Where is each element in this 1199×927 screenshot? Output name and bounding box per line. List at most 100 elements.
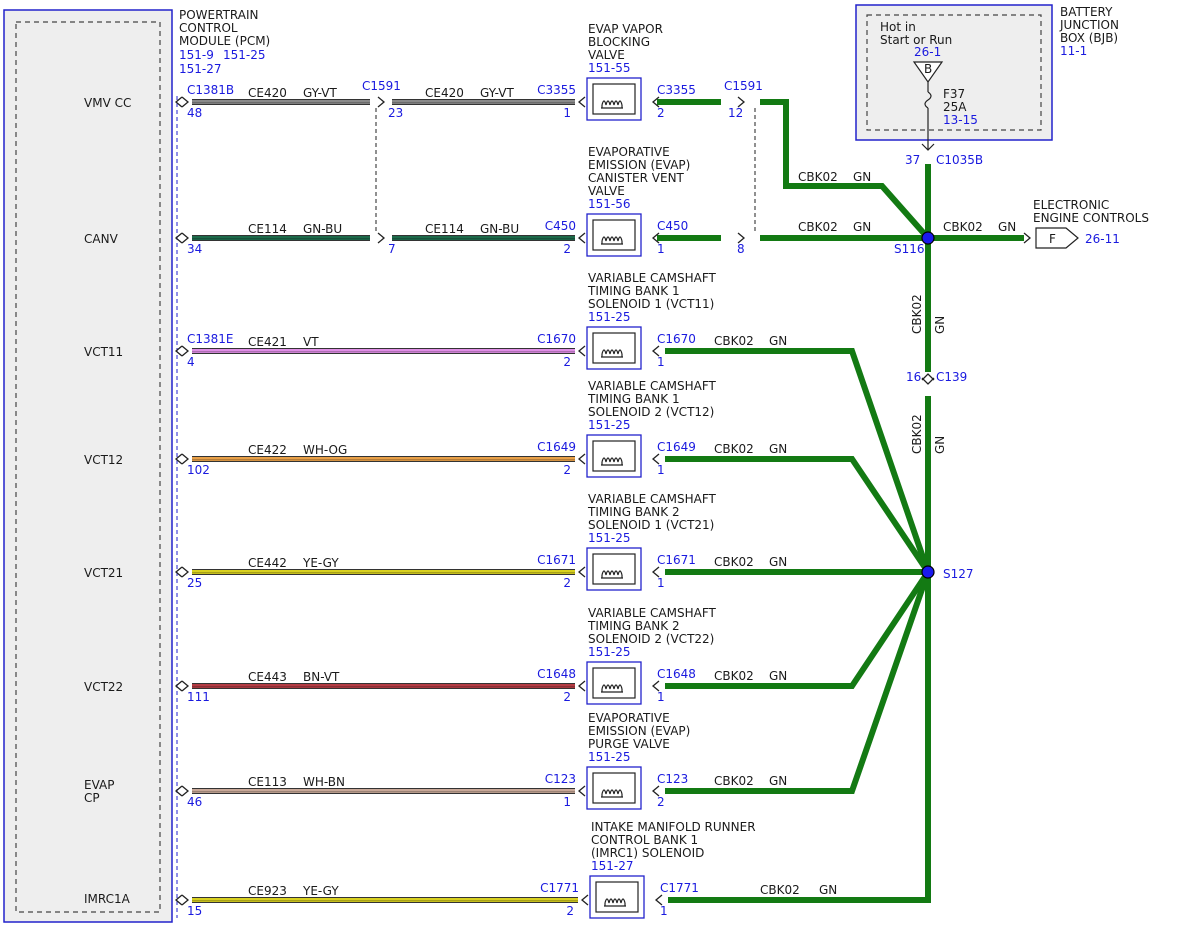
gnd-color-row6: GN [769, 669, 787, 683]
bjb-conn-pin: 37 [905, 153, 920, 167]
wire-row3[interactable] [192, 348, 575, 354]
gnd-branch-row7[interactable] [665, 571, 931, 794]
comp-pin-in-row3: 2 [563, 355, 571, 369]
gnd-circuit-row5: CBK02 [714, 555, 754, 569]
circuit-row2: CE114 [248, 222, 287, 236]
wire-row1-a[interactable] [192, 99, 370, 105]
comp-pin-in-row1: 1 [563, 106, 571, 120]
eec-letter: F [1049, 232, 1056, 246]
pcm-conn-row3: C1381E [187, 332, 234, 346]
color-row3: VT [303, 335, 319, 349]
comp-conn-in-row3: C1670 [537, 332, 576, 346]
wire-row8[interactable] [192, 897, 578, 903]
wire-row7[interactable] [192, 788, 575, 794]
comp-conn-out-row5: C1671 [657, 553, 696, 567]
pcm-pin-row6: 111 [187, 690, 210, 704]
solenoid-icon-row4[interactable] [586, 434, 642, 478]
comp-ref-row6[interactable]: 151-25 [588, 645, 631, 659]
inline-arrow-icon-row1 [377, 96, 386, 108]
comp-pin-in-row6: 2 [563, 690, 571, 704]
bjb-ref[interactable]: 11-1 [1060, 44, 1087, 58]
pcm-title-3: MODULE (PCM) [179, 34, 270, 48]
gnd-inline-conn-row1: C1591 [724, 79, 763, 93]
color-row1-b: GY-VT [480, 86, 514, 100]
circuit-row2-b: CE114 [425, 222, 464, 236]
bjb-bus-ref[interactable]: 26-1 [914, 45, 941, 59]
comp-ref-row3[interactable]: 151-25 [588, 310, 631, 324]
comp-name-row7-line1: EVAPORATIVE [588, 711, 670, 725]
wire-row2-b[interactable] [392, 235, 575, 241]
pcm-pin-row7: 46 [187, 795, 202, 809]
splice-s127-label: S127 [943, 567, 974, 581]
solenoid-icon-row7[interactable] [586, 766, 642, 810]
eec-ref[interactable]: 26-11 [1085, 232, 1120, 246]
gnd-color-row1b: GN [853, 170, 871, 184]
wire-row1-b[interactable] [392, 99, 575, 105]
comp-name-row2-line4: VALVE [588, 184, 625, 198]
color-row6: BN-VT [303, 670, 340, 684]
comp-ref-row7[interactable]: 151-25 [588, 750, 631, 764]
comp-pin-out-row5: 1 [657, 576, 665, 590]
solenoid-icon-row1[interactable] [586, 77, 642, 121]
color-row2-b: GN-BU [480, 222, 519, 236]
solenoid-icon-row6[interactable] [586, 661, 642, 705]
solenoid-icon-row8[interactable] [589, 875, 645, 919]
gnd-color-row3: GN [769, 334, 787, 348]
comp-name-row6-line2: TIMING BANK 2 [587, 619, 680, 633]
c139-arrow2-icon [921, 377, 935, 385]
bjb-hot-1: Hot in [880, 20, 916, 34]
comp-pin-out-row1: 2 [657, 106, 665, 120]
eec-connector-icon[interactable] [1035, 227, 1079, 249]
comp-conn-out-row8: C1771 [660, 881, 699, 895]
comp-ref-row2[interactable]: 151-56 [588, 197, 631, 211]
bjb-title-1: BATTERY [1060, 5, 1113, 19]
pcm-pin-cp: CP [84, 791, 100, 805]
comp-ref-row1[interactable]: 151-55 [588, 61, 631, 75]
gnd-circuit-row1b: CBK02 [798, 170, 838, 184]
gnd-branch-row4[interactable] [665, 456, 931, 574]
comp-arrow-in-icon-row3 [577, 345, 586, 357]
comp-ref-row4[interactable]: 151-25 [588, 418, 631, 432]
bjb-bus-letter: B [924, 62, 932, 76]
pcm-pin-imrc1a: IMRC1A [84, 892, 131, 906]
eec-wire-color: GN [998, 220, 1016, 234]
feed-color-lower: GN [933, 436, 947, 454]
wire-row4[interactable] [192, 456, 575, 462]
circuit-row8: CE923 [248, 884, 287, 898]
solenoid-icon-row5[interactable] [586, 547, 642, 591]
comp-pin-in-row7: 1 [563, 795, 571, 809]
comp-arrow-in-icon-row1 [577, 96, 586, 108]
gnd-branch-row8[interactable] [668, 572, 931, 903]
splice-s127-icon[interactable] [921, 565, 935, 579]
pcm-ref-2[interactable]: 151-25 [223, 48, 266, 62]
gnd-circuit-row2b: CBK02 [798, 220, 838, 234]
comp-ref-row8[interactable]: 151-27 [591, 859, 634, 873]
pcm-ref-3[interactable]: 151-27 [179, 62, 222, 76]
c139-pin: 16 [906, 370, 921, 384]
comp-conn-out-row1: C3355 [657, 83, 696, 97]
pcm-ref-1[interactable]: 151-9 [179, 48, 214, 62]
solenoid-icon-row3[interactable] [586, 326, 642, 370]
gnd-circuit-row7: CBK02 [714, 774, 754, 788]
gnd-color-row7: GN [769, 774, 787, 788]
pcm-pin-row1: 48 [187, 106, 202, 120]
comp-name-row2-line3: CANISTER VENT [588, 171, 685, 185]
gnd-color-row5: GN [769, 555, 787, 569]
gnd-circuit-row4: CBK02 [714, 442, 754, 456]
comp-arrow-in-icon-row4 [577, 453, 586, 465]
gnd-branch-row6[interactable] [665, 570, 931, 689]
solenoid-icon-row2[interactable] [586, 213, 642, 257]
wire-row6[interactable] [192, 683, 575, 689]
comp-name-row2-line2: EMISSION (EVAP) [588, 158, 690, 172]
wire-row2-a[interactable] [192, 235, 370, 241]
comp-name-row8-line1: INTAKE MANIFOLD RUNNER [591, 820, 756, 834]
bjb-title-3: BOX (BJB) [1060, 31, 1118, 45]
fuse-ref[interactable]: 13-15 [943, 113, 978, 127]
pcm-pin-row4: 102 [187, 463, 210, 477]
circuit-row4: CE422 [248, 443, 287, 457]
eec-arrow-icon [1023, 232, 1032, 244]
comp-name-row1-line3: VALVE [588, 48, 625, 62]
wire-row5[interactable] [192, 569, 575, 575]
comp-ref-row5[interactable]: 151-25 [588, 531, 631, 545]
pcm-title-2: CONTROL [179, 21, 238, 35]
